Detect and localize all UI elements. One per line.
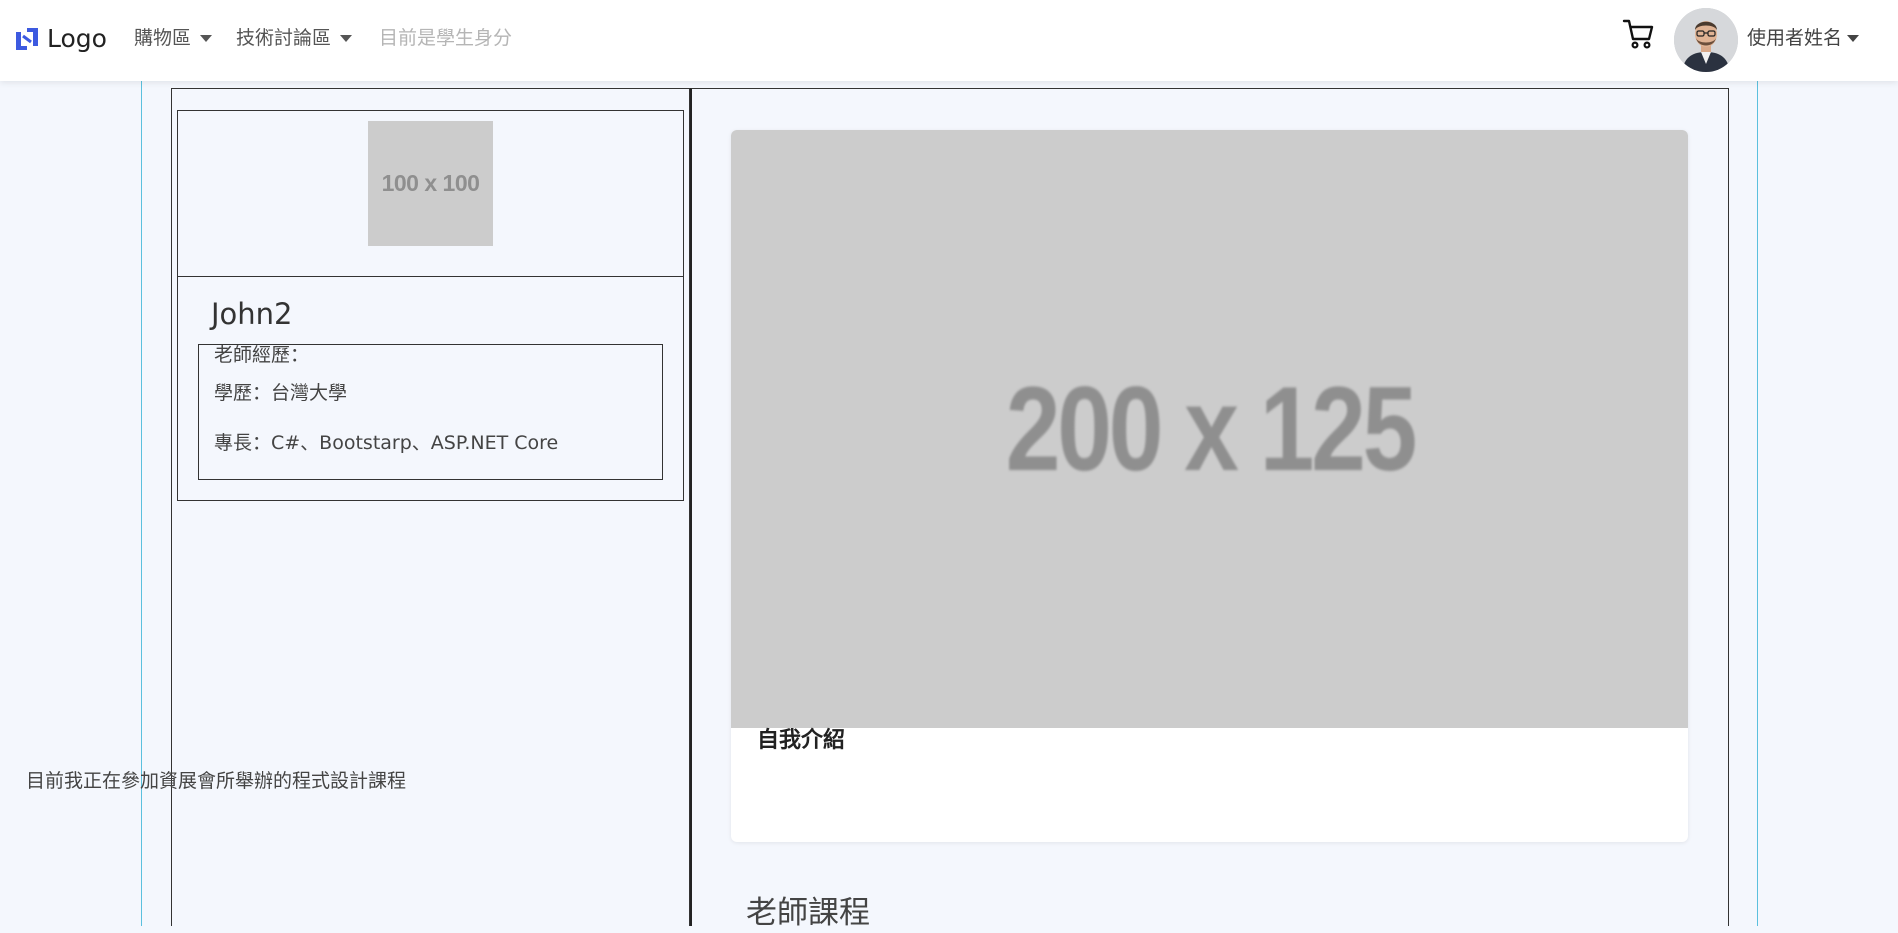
top-navbar: Logo 購物區 技術討論區 目前是學生身分 使用者姓名	[0, 0, 1898, 81]
brand-text: Logo	[47, 24, 107, 53]
experience-label: 老師經歷：	[214, 344, 310, 366]
user-name: 使用者姓名	[1747, 27, 1843, 49]
caret-down-icon	[200, 34, 213, 42]
nav-dropdown-shop[interactable]: 購物區	[134, 24, 213, 52]
teacher-name: John2	[211, 297, 293, 331]
nav-tech-forum-label: 技術討論區	[236, 27, 332, 49]
user-menu-dropdown[interactable]: 使用者姓名	[1747, 24, 1860, 52]
nav-student-status: 目前是學生身分	[379, 27, 513, 49]
intro-card-text: 目前我正在參加資展會所舉辦的程式設計課程	[26, 770, 407, 792]
nav-dropdown-tech-forum[interactable]: 技術討論區	[236, 24, 353, 52]
container-left-border	[141, 81, 142, 926]
caret-down-icon	[1847, 34, 1860, 42]
user-portrait-icon	[1674, 8, 1738, 72]
user-avatar[interactable]	[1674, 8, 1738, 72]
skills-text: 專長：C#、Bootstarp、ASP.NET Core	[214, 432, 559, 454]
intro-image-placeholder-text: 200 x 125	[1005, 362, 1417, 496]
intro-card-title: 自我介紹	[757, 728, 846, 753]
teacher-photo-placeholder: 100 x 100	[368, 121, 493, 246]
logo-icon	[16, 28, 38, 50]
brand-link[interactable]: Logo	[14, 26, 107, 52]
nav-shop-label: 購物區	[134, 27, 192, 49]
container-right-border	[1757, 81, 1758, 926]
caret-down-icon	[340, 34, 353, 42]
teacher-courses-heading: 老師課程	[746, 895, 870, 931]
shopping-cart-icon[interactable]	[1622, 18, 1654, 50]
intro-card: 200 x 125 自我介紹	[731, 130, 1688, 842]
intro-image-placeholder: 200 x 125	[731, 130, 1688, 728]
education-text: 學歷：台灣大學	[214, 382, 348, 404]
